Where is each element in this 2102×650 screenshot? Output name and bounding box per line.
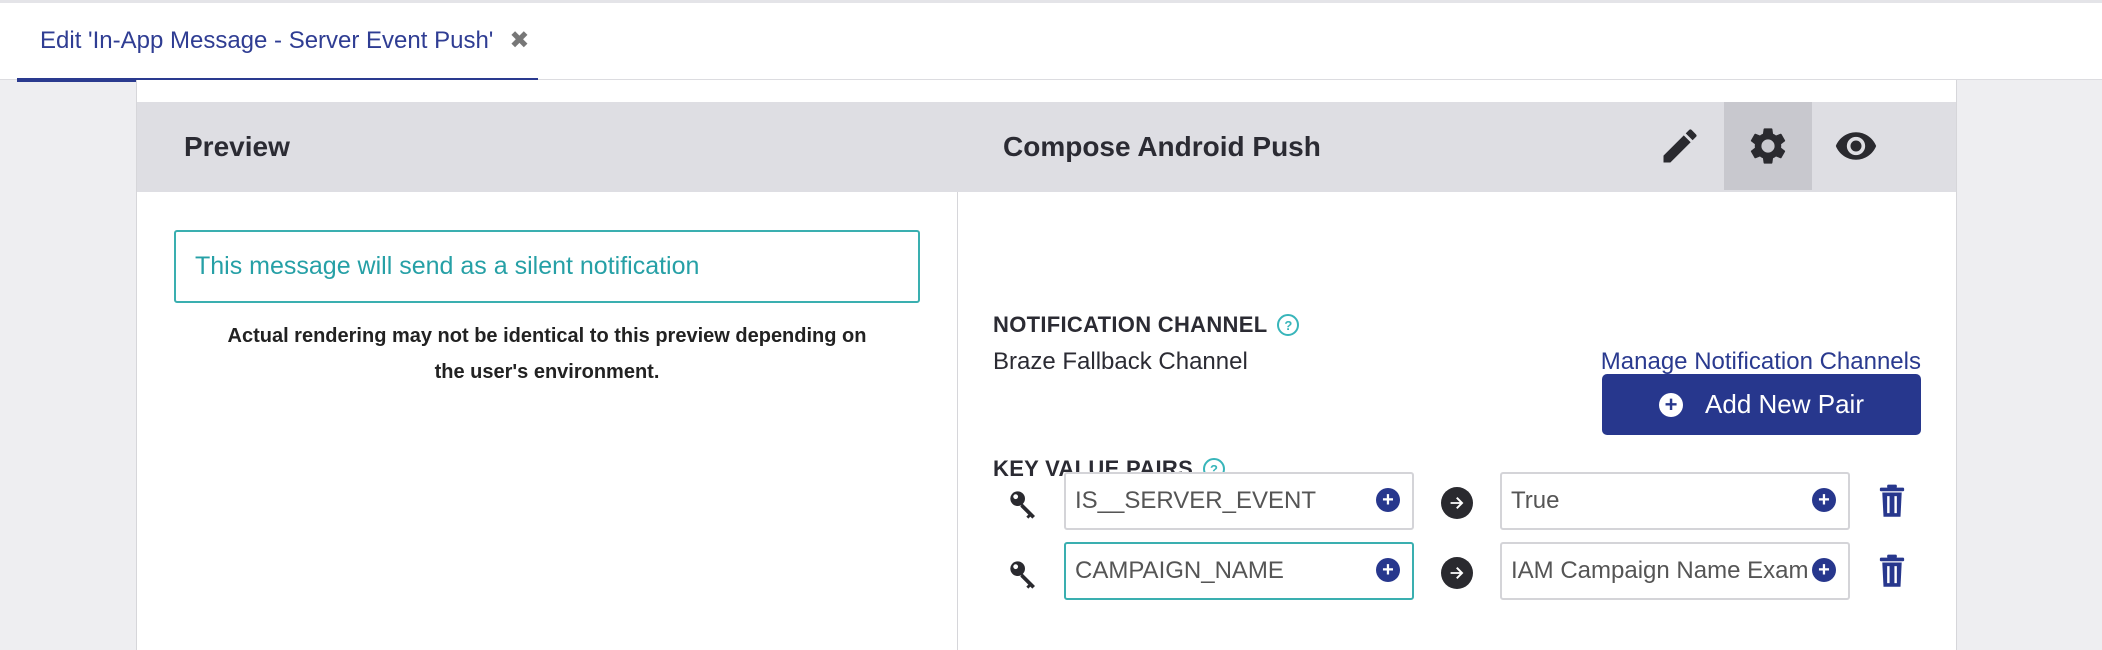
add-new-pair-label: Add New Pair <box>1705 389 1864 419</box>
rendering-disclaimer-line-2: the user's environment. <box>434 361 660 383</box>
notification-channel-label-text: NOTIFICATION CHANNEL <box>993 312 1268 337</box>
pair-value-field[interactable]: + <box>1500 542 1850 600</box>
close-icon[interactable]: ✖ <box>509 26 529 55</box>
notification-channel-value: Braze Fallback Channel <box>993 348 1248 375</box>
edit-tool-button[interactable] <box>1636 102 1724 190</box>
plus-circle-icon[interactable]: + <box>1376 558 1400 582</box>
pair-key-field[interactable]: + <box>1064 542 1414 600</box>
settings-tool-button[interactable] <box>1724 102 1812 190</box>
key-value-row: + + <box>137 542 1956 600</box>
arrow-right-icon <box>1441 487 1473 519</box>
compose-title: Compose Android Push <box>1003 131 1321 162</box>
add-new-pair-button[interactable]: + Add New Pair <box>1602 374 1921 435</box>
help-icon[interactable]: ? <box>1277 314 1300 336</box>
trash-icon[interactable] <box>1877 554 1907 588</box>
pencil-icon <box>1663 129 1697 163</box>
key-value-row: + + <box>137 472 1956 530</box>
eye-icon <box>1835 132 1877 160</box>
pair-value-input[interactable] <box>1502 544 1848 598</box>
key-icon <box>1010 561 1035 589</box>
pair-key-input[interactable] <box>1066 474 1412 528</box>
silent-notification-box: This message will send as a silent notif… <box>174 230 920 303</box>
notification-channel-label: NOTIFICATION CHANNEL ? <box>993 312 1300 338</box>
rendering-disclaimer: Actual rendering may not be identical to… <box>174 318 920 390</box>
preview-title: Preview <box>184 131 290 162</box>
silent-notification-text: This message will send as a silent notif… <box>195 252 700 280</box>
arrow-right-icon <box>1441 557 1473 589</box>
pair-value-field[interactable]: + <box>1500 472 1850 530</box>
tab-edit-message[interactable]: Edit 'In-App Message - Server Event Push… <box>17 3 538 82</box>
plus-circle-icon[interactable]: + <box>1812 558 1836 582</box>
pair-value-input[interactable] <box>1502 474 1848 528</box>
tab-label: Edit 'In-App Message - Server Event Push… <box>40 26 494 54</box>
key-icon <box>1010 491 1035 519</box>
trash-icon[interactable] <box>1877 484 1907 518</box>
pair-key-field[interactable]: + <box>1064 472 1414 530</box>
manage-notification-channels-link[interactable]: Manage Notification Channels <box>1601 348 1921 376</box>
plus-circle-icon: + <box>1659 392 1684 417</box>
editor-panel: Preview Compose Android Push This messag… <box>136 80 1957 650</box>
gear-icon <box>1750 128 1786 164</box>
panel-header: Preview Compose Android Push <box>137 102 1956 192</box>
plus-circle-icon[interactable]: + <box>1812 488 1836 512</box>
rendering-disclaimer-line-1: Actual rendering may not be identical to… <box>227 325 867 347</box>
top-tab-bar: Edit 'In-App Message - Server Event Push… <box>0 0 2102 82</box>
pair-key-input[interactable] <box>1066 544 1412 598</box>
plus-circle-icon[interactable]: + <box>1376 488 1400 512</box>
preview-tool-button[interactable] <box>1812 102 1900 190</box>
